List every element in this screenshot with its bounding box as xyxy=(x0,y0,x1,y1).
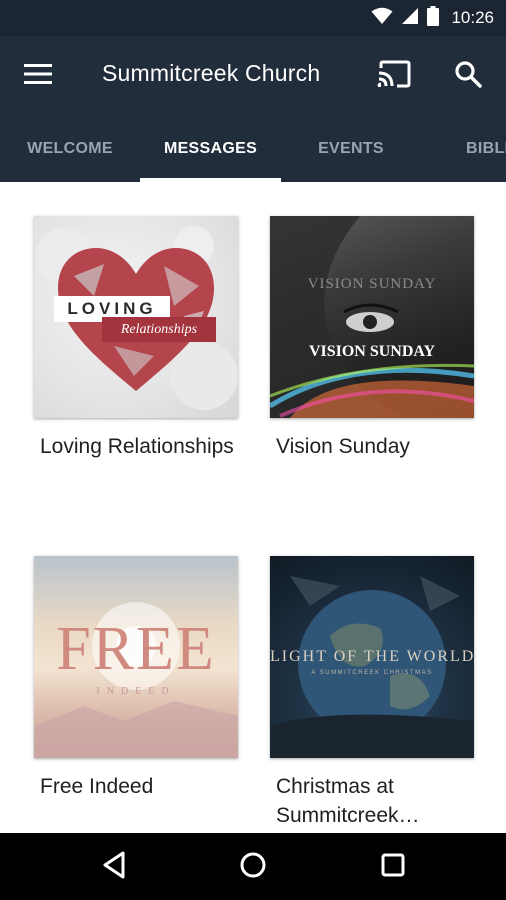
message-artwork: VISION SUNDAY VISION SUNDAY xyxy=(270,216,474,418)
artwork-text: VISION SUNDAY xyxy=(308,343,436,360)
tab-bar: WELCOME MESSAGES EVENTS BIBLE xyxy=(0,116,506,182)
system-nav-bar xyxy=(0,833,506,900)
message-title: Christmas at Summitcreek… xyxy=(276,775,420,827)
tab-events[interactable]: EVENTS xyxy=(281,116,421,182)
message-title: Vision Sunday xyxy=(276,435,410,458)
search-icon xyxy=(454,60,482,93)
message-card-vision-sunday[interactable]: VISION SUNDAY VISION SUNDAY Vision Sunda… xyxy=(270,216,474,496)
message-card-christmas-at-summitcreek[interactable]: LIGHT OF THE WORLD A SUMMITCREEK CHRISTM… xyxy=(270,556,474,833)
artwork-text: VISION SUNDAY xyxy=(307,276,437,292)
artwork-text: INDEED xyxy=(96,686,176,697)
menu-button[interactable] xyxy=(18,58,58,94)
search-button[interactable] xyxy=(446,56,490,96)
home-icon xyxy=(239,851,267,884)
battery-icon xyxy=(427,5,440,31)
recents-button[interactable] xyxy=(369,845,417,889)
back-button[interactable] xyxy=(90,845,138,889)
cast-icon xyxy=(377,60,411,93)
artwork-text: FREE xyxy=(56,615,216,683)
home-button[interactable] xyxy=(229,845,277,889)
message-artwork: FREE INDEED xyxy=(34,556,238,758)
recents-icon xyxy=(381,853,405,882)
cast-button[interactable] xyxy=(372,56,416,96)
tab-welcome[interactable]: WELCOME xyxy=(0,116,140,182)
app-title: Summitcreek Church xyxy=(102,60,321,86)
cell-signal-icon xyxy=(401,7,419,30)
app-bar: Summitcreek Church xyxy=(0,36,506,116)
message-artwork: LOVING Relationships xyxy=(34,216,238,418)
back-icon xyxy=(101,851,127,884)
message-card-free-indeed[interactable]: FREE INDEED Free Indeed xyxy=(34,556,238,833)
message-title: Free Indeed xyxy=(40,775,154,798)
messages-grid[interactable]: LOVING Relationships Loving Relationship… xyxy=(0,182,506,833)
wifi-icon xyxy=(371,7,393,30)
artwork-text: LIGHT OF THE WORLD xyxy=(270,648,474,665)
artwork-text: A SUMMITCREEK CHRISTMAS xyxy=(311,670,433,676)
status-icons: 10:26 xyxy=(371,0,494,36)
message-artwork: LIGHT OF THE WORLD A SUMMITCREEK CHRISTM… xyxy=(270,556,474,758)
status-time: 10:26 xyxy=(451,8,494,27)
status-bar: 10:26 xyxy=(0,0,506,36)
message-card-loving-relationships[interactable]: LOVING Relationships Loving Relationship… xyxy=(34,216,238,496)
message-title: Loving Relationships xyxy=(40,435,234,458)
tab-messages[interactable]: MESSAGES xyxy=(140,116,281,182)
screen: 10:26 Summitcreek Church WELCOME MESSAGE… xyxy=(0,0,506,900)
artwork-text: Relationships xyxy=(120,322,198,337)
menu-icon xyxy=(24,63,52,90)
artwork-banner: Relationships xyxy=(102,317,216,342)
tab-bible[interactable]: BIBLE xyxy=(466,116,506,182)
